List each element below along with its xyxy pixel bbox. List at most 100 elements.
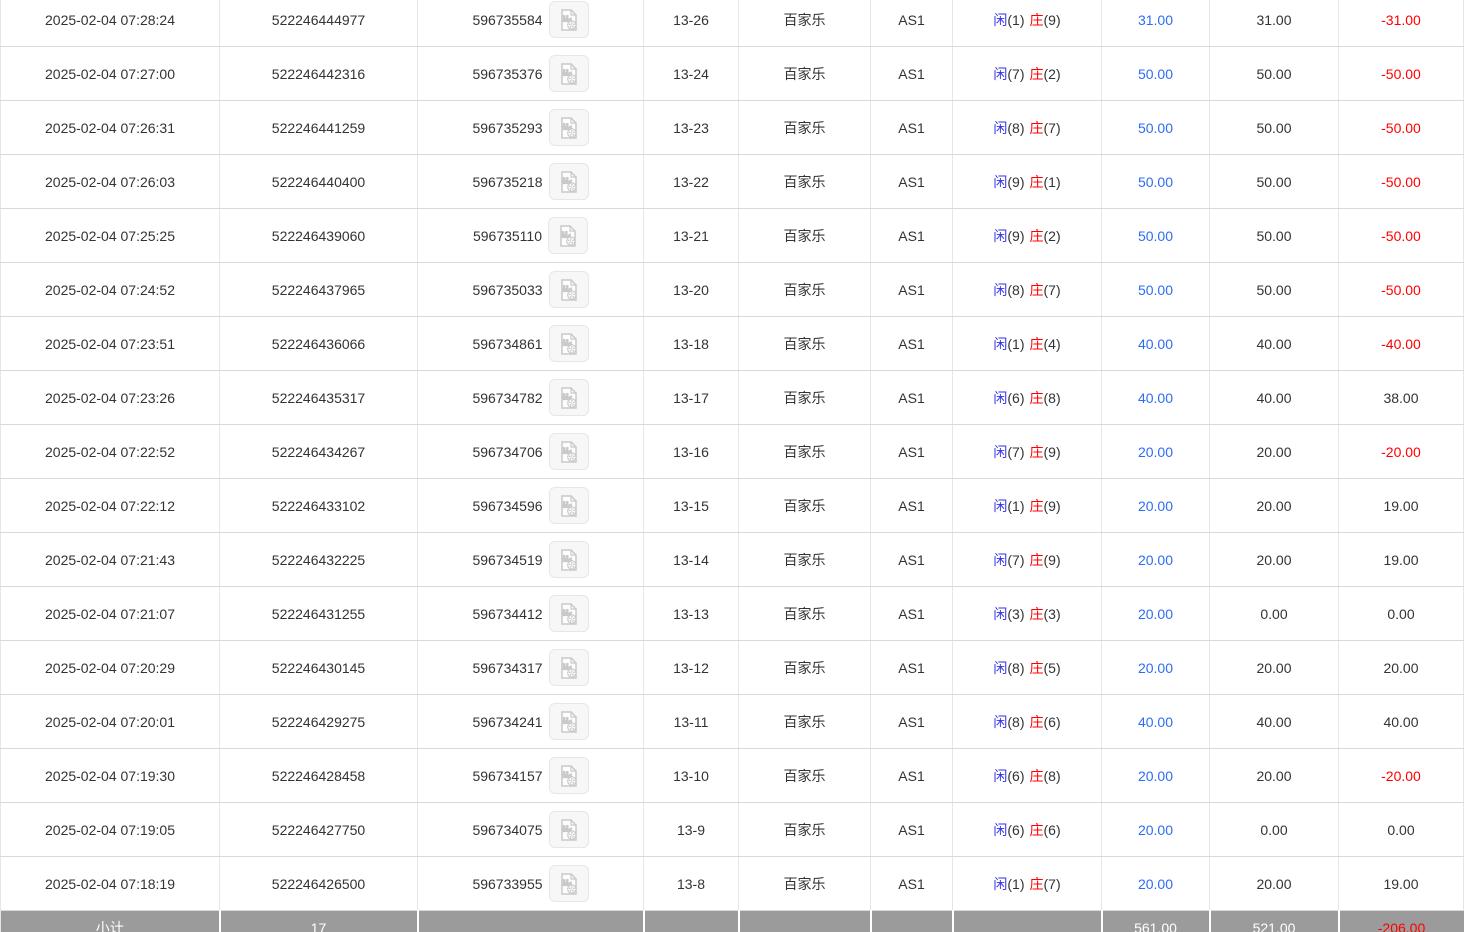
bet-amount-link[interactable]: 50.00 [1138, 228, 1173, 244]
bet-amount-link[interactable]: 20.00 [1138, 444, 1173, 460]
video-replay-button[interactable] [549, 271, 589, 308]
video-replay-button[interactable] [549, 703, 589, 740]
video-replay-button[interactable] [548, 217, 588, 254]
video-replay-icon [558, 278, 580, 302]
bet-id-cell: 522246427750 [220, 803, 418, 857]
game-id-text: 596735293 [472, 120, 542, 136]
player-points: (1) [1007, 498, 1024, 514]
game-id-text: 596734241 [472, 714, 542, 730]
bet-amount-cell: 20.00 [1102, 425, 1210, 479]
video-replay-button[interactable] [549, 595, 589, 632]
bet-amount-link[interactable]: 20.00 [1138, 876, 1173, 892]
game-type-cell: 百家乐 [739, 155, 871, 209]
bet-amount-link[interactable]: 20.00 [1138, 552, 1173, 568]
video-replay-button[interactable] [549, 55, 589, 92]
game-id-wrap: 596735376 [418, 55, 643, 92]
result-cell: 闲(8)庄(6) [953, 695, 1102, 749]
player-points: (3) [1007, 606, 1024, 622]
bet-amount-link[interactable]: 20.00 [1138, 768, 1173, 784]
bet-rows: 2025-02-04 07:28:24522246444977596735584… [1, 0, 1464, 911]
round-cell: 13-18 [644, 317, 739, 371]
video-replay-button[interactable] [549, 163, 589, 200]
bet-amount-link[interactable]: 50.00 [1138, 282, 1173, 298]
time-cell: 2025-02-04 07:18:19 [1, 857, 220, 911]
win-loss-cell: -50.00 [1339, 263, 1464, 317]
video-replay-button[interactable] [549, 865, 589, 902]
game-id-cell: 596735376 [418, 47, 644, 101]
result-cell: 闲(1)庄(4) [953, 317, 1102, 371]
valid-amount-cell: 50.00 [1210, 47, 1339, 101]
game-id-text: 596734412 [472, 606, 542, 622]
video-replay-button[interactable] [549, 1, 589, 38]
time-cell: 2025-02-04 07:23:26 [1, 371, 220, 425]
game-type-cell: 百家乐 [739, 803, 871, 857]
player-points: (8) [1007, 714, 1024, 730]
video-replay-button[interactable] [549, 811, 589, 848]
round-cell: 13-23 [644, 101, 739, 155]
table-name-cell: AS1 [871, 641, 953, 695]
bet-amount-cell: 50.00 [1102, 263, 1210, 317]
player-result: 闲 [993, 66, 1007, 82]
subtotal-row: 小计 17 561.00 521.00 -206.00 [1, 911, 1464, 932]
player-points: (1) [1007, 12, 1024, 28]
subtotal-empty-cell [953, 911, 1102, 932]
bet-amount-link[interactable]: 31.00 [1138, 12, 1173, 28]
bet-amount-cell: 40.00 [1102, 371, 1210, 425]
video-replay-button[interactable] [549, 379, 589, 416]
banker-points: (6) [1044, 822, 1061, 838]
bet-amount-link[interactable]: 50.00 [1138, 174, 1173, 190]
game-id-wrap: 596734519 [418, 541, 643, 578]
result-cell: 闲(6)庄(8) [953, 371, 1102, 425]
video-replay-icon [558, 386, 580, 410]
player-result: 闲 [993, 552, 1007, 568]
player-points: (7) [1007, 66, 1024, 82]
subtotal-empty-cell [418, 911, 644, 932]
table-row: 2025-02-04 07:21:07522246431255596734412… [1, 587, 1464, 641]
table-row: 2025-02-04 07:19:30522246428458596734157… [1, 749, 1464, 803]
video-replay-icon [558, 332, 580, 356]
video-replay-button[interactable] [549, 109, 589, 146]
bet-amount-link[interactable]: 20.00 [1138, 822, 1173, 838]
bet-amount-link[interactable]: 20.00 [1138, 660, 1173, 676]
bet-amount-link[interactable]: 20.00 [1138, 498, 1173, 514]
bet-amount-link[interactable]: 50.00 [1138, 120, 1173, 136]
video-replay-button[interactable] [549, 325, 589, 362]
banker-points: (9) [1044, 498, 1061, 514]
round-cell: 13-12 [644, 641, 739, 695]
video-replay-button[interactable] [549, 757, 589, 794]
video-replay-icon [558, 494, 580, 518]
video-replay-button[interactable] [549, 649, 589, 686]
bet-amount-link[interactable]: 40.00 [1138, 714, 1173, 730]
player-points: (6) [1007, 822, 1024, 838]
bet-amount-link[interactable]: 40.00 [1138, 336, 1173, 352]
game-type-cell: 百家乐 [739, 695, 871, 749]
player-result: 闲 [993, 120, 1007, 136]
banker-result: 庄 [1030, 660, 1044, 676]
banker-points: (9) [1044, 444, 1061, 460]
game-id-wrap: 596734596 [418, 487, 643, 524]
banker-points: (5) [1044, 660, 1061, 676]
result-cell: 闲(6)庄(8) [953, 749, 1102, 803]
video-replay-button[interactable] [549, 487, 589, 524]
game-type-cell: 百家乐 [739, 263, 871, 317]
player-result: 闲 [993, 768, 1007, 784]
valid-amount-cell: 20.00 [1210, 857, 1339, 911]
result-cell: 闲(9)庄(1) [953, 155, 1102, 209]
valid-amount-cell: 50.00 [1210, 209, 1339, 263]
bet-id-cell: 522246428458 [220, 749, 418, 803]
game-id-cell: 596734706 [418, 425, 644, 479]
win-loss-cell: 19.00 [1339, 533, 1464, 587]
table-name-cell: AS1 [871, 47, 953, 101]
video-replay-button[interactable] [549, 433, 589, 470]
game-id-text: 596734706 [472, 444, 542, 460]
video-replay-button[interactable] [549, 541, 589, 578]
result-cell: 闲(3)庄(3) [953, 587, 1102, 641]
bet-amount-link[interactable]: 20.00 [1138, 606, 1173, 622]
game-type-cell: 百家乐 [739, 371, 871, 425]
game-id-cell: 596735218 [418, 155, 644, 209]
win-loss-cell: 0.00 [1339, 587, 1464, 641]
bet-amount-link[interactable]: 40.00 [1138, 390, 1173, 406]
player-points: (6) [1007, 768, 1024, 784]
bet-amount-link[interactable]: 50.00 [1138, 66, 1173, 82]
bet-id-cell: 522246431255 [220, 587, 418, 641]
